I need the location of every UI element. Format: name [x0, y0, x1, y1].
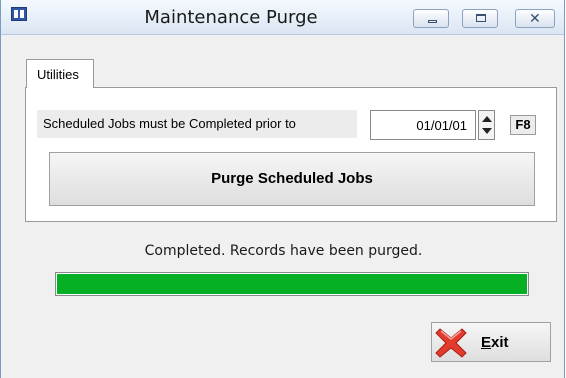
maximize-icon	[476, 14, 486, 22]
exit-button[interactable]: Exit	[431, 322, 551, 362]
title-bar[interactable]: Maintenance Purge ✕	[1, 0, 564, 35]
window-title: Maintenance Purge	[144, 7, 318, 28]
date-spinner[interactable]	[478, 110, 495, 140]
progress-fill	[57, 274, 527, 294]
red-x-icon	[435, 328, 467, 358]
close-icon: ✕	[529, 11, 541, 27]
f8-button[interactable]: F8	[510, 115, 536, 135]
tab-utilities[interactable]: Utilities	[26, 59, 94, 88]
tab-utilities-label: Utilities	[37, 67, 79, 82]
maintenance-purge-window: Maintenance Purge ✕ Utilities Scheduled …	[0, 0, 565, 378]
spin-down-icon[interactable]	[482, 128, 492, 134]
completion-date-value: 01/01/01	[416, 118, 467, 133]
scheduled-jobs-label: Scheduled Jobs must be Completed prior t…	[37, 110, 357, 138]
completion-date-field[interactable]: 01/01/01	[370, 110, 476, 140]
spin-up-icon[interactable]	[482, 116, 492, 122]
purge-scheduled-jobs-button[interactable]: Purge Scheduled Jobs	[49, 152, 535, 206]
minimize-icon	[428, 20, 437, 23]
maximize-button[interactable]	[462, 9, 498, 28]
exit-label: Exit	[481, 334, 509, 351]
close-button[interactable]: ✕	[515, 9, 555, 28]
status-message: Completed. Records have been purged.	[144, 243, 423, 259]
minimize-button[interactable]	[413, 9, 449, 28]
progress-bar	[55, 272, 529, 296]
